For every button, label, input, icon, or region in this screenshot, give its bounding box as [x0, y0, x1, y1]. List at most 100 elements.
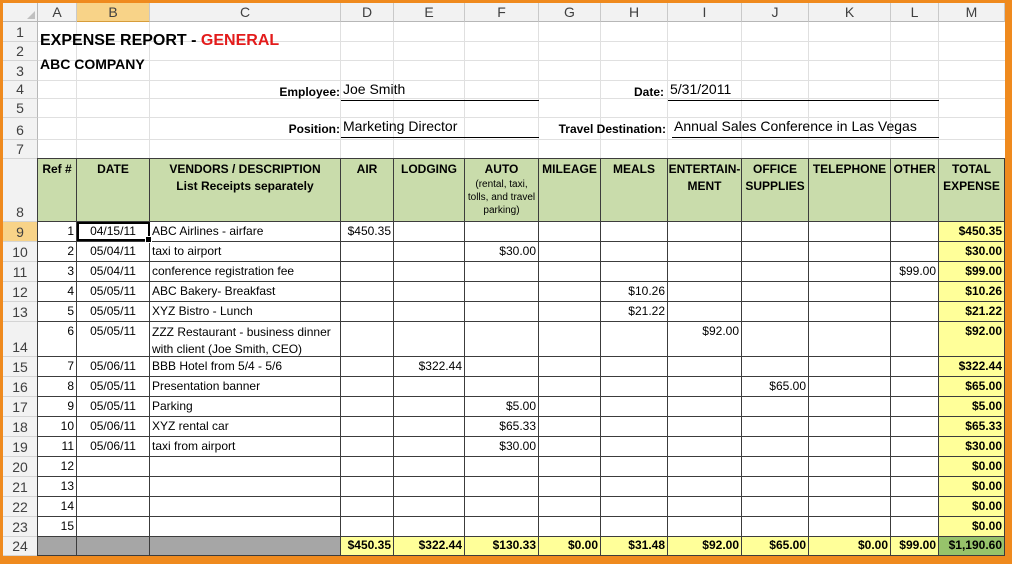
- auto-cell[interactable]: [465, 477, 539, 497]
- row-total-cell[interactable]: $322.44: [939, 357, 1005, 377]
- tel-cell[interactable]: [809, 222, 891, 242]
- row-header-11[interactable]: 11: [3, 262, 38, 282]
- air-cell[interactable]: [341, 397, 394, 417]
- ref-cell[interactable]: 12: [38, 457, 77, 477]
- office-cell[interactable]: [742, 457, 809, 477]
- description-cell[interactable]: ABC Bakery- Breakfast: [150, 282, 341, 302]
- lodging-cell[interactable]: [394, 397, 465, 417]
- date-cell[interactable]: [77, 497, 150, 517]
- office-cell[interactable]: $65.00: [742, 377, 809, 397]
- air-cell[interactable]: [341, 517, 394, 537]
- row-header-18[interactable]: 18: [3, 417, 38, 437]
- other-cell[interactable]: [891, 302, 939, 322]
- tel-cell[interactable]: [809, 262, 891, 282]
- row-header-4[interactable]: 4: [3, 81, 38, 99]
- tel-cell[interactable]: [809, 357, 891, 377]
- header-total[interactable]: TOTAL EXPENSE: [939, 159, 1005, 222]
- description-cell[interactable]: [150, 457, 341, 477]
- ent-cell[interactable]: [668, 457, 742, 477]
- date-cell[interactable]: 05/04/11: [77, 242, 150, 262]
- total-office[interactable]: $65.00: [742, 537, 809, 556]
- row-total-cell[interactable]: $65.33: [939, 417, 1005, 437]
- total-ent[interactable]: $92.00: [668, 537, 742, 556]
- total-mileage[interactable]: $0.00: [539, 537, 601, 556]
- row-header-10[interactable]: 10: [3, 242, 38, 262]
- tel-cell[interactable]: [809, 417, 891, 437]
- meals-cell[interactable]: $10.26: [601, 282, 668, 302]
- lodging-cell[interactable]: [394, 377, 465, 397]
- ref-cell[interactable]: 13: [38, 477, 77, 497]
- row-header-16[interactable]: 16: [3, 377, 38, 397]
- office-cell[interactable]: [742, 302, 809, 322]
- air-cell[interactable]: [341, 282, 394, 302]
- column-header-d[interactable]: D: [341, 3, 394, 22]
- office-cell[interactable]: [742, 242, 809, 262]
- date-cell[interactable]: 05/06/11: [77, 417, 150, 437]
- ref-cell[interactable]: 14: [38, 497, 77, 517]
- auto-cell[interactable]: [465, 377, 539, 397]
- tel-cell[interactable]: [809, 457, 891, 477]
- mileage-cell[interactable]: [539, 377, 601, 397]
- office-cell[interactable]: [742, 517, 809, 537]
- mileage-cell[interactable]: [539, 517, 601, 537]
- row-header-24[interactable]: 24: [3, 537, 38, 556]
- ent-cell[interactable]: $92.00: [668, 322, 742, 357]
- lodging-cell[interactable]: [394, 222, 465, 242]
- company-name[interactable]: ABC COMPANY: [40, 56, 145, 72]
- row-header-9[interactable]: 9: [3, 222, 38, 242]
- mileage-cell[interactable]: [539, 357, 601, 377]
- row-total-cell[interactable]: $21.22: [939, 302, 1005, 322]
- header-telephone[interactable]: TELEPHONE: [809, 159, 891, 222]
- other-cell[interactable]: [891, 242, 939, 262]
- row-header-14[interactable]: 14: [3, 322, 38, 357]
- ent-cell[interactable]: [668, 377, 742, 397]
- row-header-2[interactable]: 2: [3, 42, 38, 61]
- other-cell[interactable]: [891, 417, 939, 437]
- meals-cell[interactable]: [601, 497, 668, 517]
- row-total-cell[interactable]: $30.00: [939, 242, 1005, 262]
- mileage-cell[interactable]: [539, 322, 601, 357]
- select-all-corner[interactable]: [3, 3, 38, 22]
- description-cell[interactable]: [150, 477, 341, 497]
- air-cell[interactable]: [341, 322, 394, 357]
- header-auto[interactable]: AUTO (rental, taxi, tolls, and travel par…: [465, 159, 539, 222]
- row-total-cell[interactable]: $5.00: [939, 397, 1005, 417]
- tel-cell[interactable]: [809, 282, 891, 302]
- row-total-cell[interactable]: $92.00: [939, 322, 1005, 357]
- ref-cell[interactable]: 1: [38, 222, 77, 242]
- lodging-cell[interactable]: [394, 262, 465, 282]
- tel-cell[interactable]: [809, 437, 891, 457]
- ref-cell[interactable]: 11: [38, 437, 77, 457]
- office-cell[interactable]: [742, 262, 809, 282]
- meals-cell[interactable]: $21.22: [601, 302, 668, 322]
- description-cell[interactable]: Presentation banner: [150, 377, 341, 397]
- other-cell[interactable]: [891, 497, 939, 517]
- header-mileage[interactable]: MILEAGE: [539, 159, 601, 222]
- date-cell[interactable]: [77, 457, 150, 477]
- other-cell[interactable]: [891, 437, 939, 457]
- column-header-j[interactable]: J: [742, 3, 809, 22]
- air-cell[interactable]: [341, 457, 394, 477]
- air-cell[interactable]: [341, 377, 394, 397]
- other-cell[interactable]: [891, 282, 939, 302]
- date-cell[interactable]: 05/05/11: [77, 397, 150, 417]
- air-cell[interactable]: [341, 437, 394, 457]
- mileage-cell[interactable]: [539, 242, 601, 262]
- office-cell[interactable]: [742, 357, 809, 377]
- lodging-cell[interactable]: [394, 417, 465, 437]
- lodging-cell[interactable]: [394, 437, 465, 457]
- other-cell[interactable]: [891, 222, 939, 242]
- row-header-22[interactable]: 22: [3, 497, 38, 517]
- air-cell[interactable]: [341, 262, 394, 282]
- office-cell[interactable]: [742, 437, 809, 457]
- row-header-7[interactable]: 7: [3, 140, 38, 159]
- lodging-cell[interactable]: [394, 517, 465, 537]
- air-cell[interactable]: [341, 242, 394, 262]
- date-cell[interactable]: [77, 517, 150, 537]
- date-cell[interactable]: 05/06/11: [77, 357, 150, 377]
- meals-cell[interactable]: [601, 222, 668, 242]
- description-cell[interactable]: XYZ rental car: [150, 417, 341, 437]
- tel-cell[interactable]: [809, 377, 891, 397]
- header-date[interactable]: DATE: [77, 159, 150, 222]
- description-cell[interactable]: XYZ Bistro - Lunch: [150, 302, 341, 322]
